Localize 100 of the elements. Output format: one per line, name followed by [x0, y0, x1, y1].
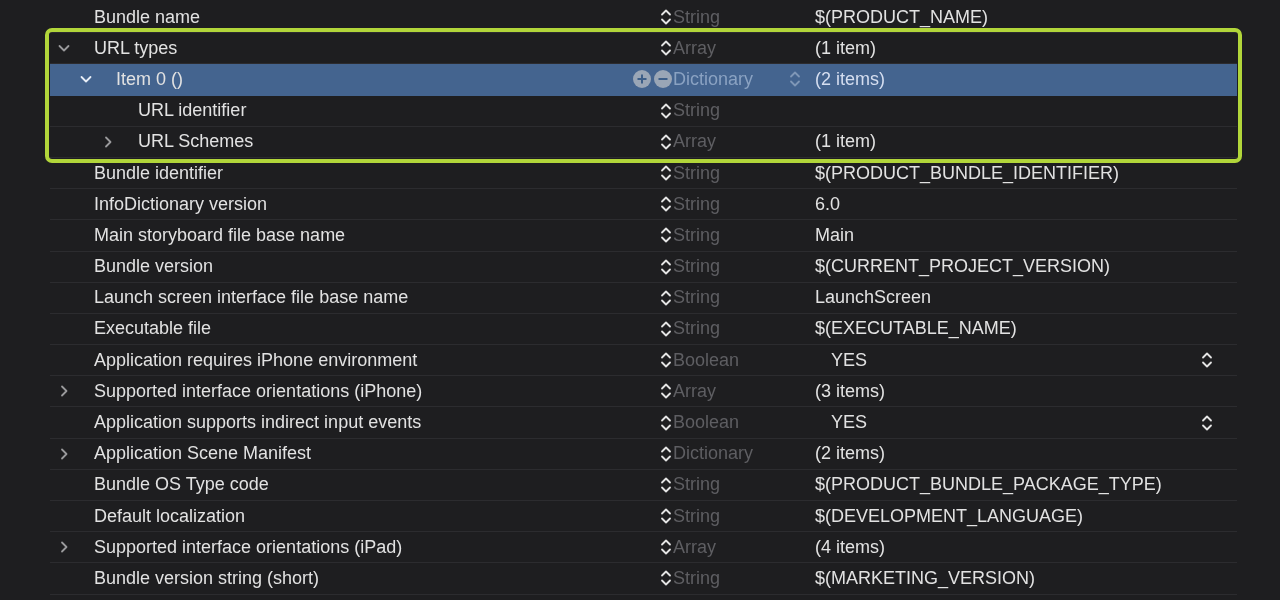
type-text: String — [673, 474, 722, 496]
type-text: String — [673, 256, 722, 278]
plist-row[interactable]: Application supports indirect input events Boolean YES — [50, 407, 1237, 439]
key-text: Item 0 () — [116, 68, 183, 90]
value-text: Main — [815, 224, 854, 246]
stepper-icon[interactable] — [660, 8, 672, 27]
plist-row[interactable]: Application Scene Manifest Dictionary (2 items) — [50, 438, 1237, 470]
value-text: $(MARKETING_VERSION) — [815, 567, 1036, 589]
key-text: URL identifier — [138, 100, 247, 122]
key-text: Main storyboard file base name — [94, 224, 346, 246]
value-text: $(DEVELOPMENT_LANGUAGE) — [815, 505, 1084, 527]
plist-row[interactable]: Bundle version String $(CURRENT_PROJECT_VERSION) — [50, 251, 1237, 283]
type-text: Dictionary — [673, 443, 755, 465]
type-text: Boolean — [673, 412, 741, 434]
type-text: String — [673, 162, 722, 184]
disclosure-chevron-icon[interactable] — [58, 541, 70, 554]
stepper-icon[interactable] — [660, 351, 672, 370]
type-text: Boolean — [673, 349, 741, 371]
value-text: $(PRODUCT_NAME) — [815, 6, 988, 28]
value-text: YES — [831, 412, 868, 434]
stepper-icon[interactable] — [660, 475, 672, 494]
type-text: Array — [673, 380, 717, 402]
plist-row[interactable]: Default localization String $(DEVELOPMENT_LANGUAGE) — [50, 501, 1237, 533]
stepper-icon[interactable] — [660, 164, 672, 183]
key-text: Default localization — [94, 505, 246, 527]
type-text: Dictionary — [673, 68, 755, 90]
plist-row[interactable]: Item 0 () Dictionary (2 items) — [50, 64, 1237, 96]
value-text: YES — [831, 349, 868, 371]
value-text: (3 items) — [815, 380, 885, 402]
stepper-icon[interactable] — [660, 319, 672, 338]
disclosure-chevron-icon[interactable] — [58, 447, 70, 460]
stepper-icon[interactable] — [660, 101, 672, 120]
plist-row[interactable]: Bundle OS Type code String $(PRODUCT_BUNDLE_PACKAGE_TYPE) — [50, 469, 1237, 501]
type-text: Array — [673, 536, 717, 558]
plist-row[interactable]: Bundle version string (short) String $(MARKETING_VERSION) — [50, 563, 1237, 595]
stepper-icon[interactable] — [660, 413, 672, 432]
key-text: Launch screen interface file base name — [94, 287, 409, 309]
key-text: Bundle identifier — [94, 162, 224, 184]
plist-row[interactable]: Bundle identifier String $(PRODUCT_BUNDLE_IDENTIFIER) — [50, 157, 1237, 190]
key-text: Supported interface orientations (iPhone) — [94, 380, 423, 402]
stepper-icon[interactable] — [660, 132, 672, 151]
key-text: URL types — [94, 37, 178, 59]
value-text: (4 items) — [815, 536, 885, 558]
disclosure-chevron-icon[interactable] — [58, 385, 70, 398]
plist-row[interactable]: Main storyboard file base name String Main — [50, 220, 1237, 252]
key-text: Application Scene Manifest — [94, 443, 312, 465]
stepper-icon[interactable] — [660, 288, 672, 307]
type-text: String — [673, 318, 722, 340]
remove-icon[interactable] — [654, 70, 672, 89]
value-text: $(CURRENT_PROJECT_VERSION) — [815, 256, 1111, 278]
value-text: LaunchScreen — [815, 287, 932, 309]
value-text: $(PRODUCT_BUNDLE_IDENTIFIER) — [815, 162, 1120, 184]
plist-row[interactable]: Application requires iPhone environment Boolean YES — [50, 345, 1237, 377]
value-text: (2 items) — [815, 68, 885, 90]
plist-row[interactable]: Launch screen interface file base name String LaunchScreen — [50, 282, 1237, 314]
key-text: Bundle version — [94, 256, 214, 278]
value-text: (1 item) — [815, 131, 876, 153]
key-text: Application supports indirect input events — [94, 412, 422, 434]
stepper-icon[interactable] — [660, 444, 672, 463]
key-text: URL Schemes — [138, 131, 254, 153]
type-text: String — [673, 100, 722, 122]
stepper-icon[interactable] — [660, 507, 672, 526]
stepper-icon[interactable] — [660, 382, 672, 401]
stepper-icon[interactable] — [660, 195, 672, 214]
type-text: String — [673, 287, 722, 309]
plist-row[interactable]: Supported interface orientations (iPad) Array (4 items) — [50, 532, 1237, 564]
stepper-icon[interactable] — [660, 257, 672, 276]
value-text: $(EXECUTABLE_NAME) — [815, 318, 1017, 340]
key-text: InfoDictionary version — [94, 193, 268, 215]
type-text: String — [673, 505, 722, 527]
value-text: 6.0 — [815, 193, 841, 215]
type-text: Array — [673, 131, 717, 153]
key-text: Supported interface orientations (iPad) — [94, 536, 403, 558]
plist-row[interactable]: URL identifier String — [50, 95, 1237, 127]
stepper-icon[interactable] — [660, 39, 672, 58]
plist-row[interactable]: Executable file String $(EXECUTABLE_NAME) — [50, 313, 1237, 346]
type-text: Array — [673, 37, 717, 59]
type-text: String — [673, 567, 722, 589]
value-text: (1 item) — [815, 37, 876, 59]
key-text: Bundle name — [94, 6, 201, 28]
popup-stepper-icon[interactable] — [1201, 413, 1213, 432]
key-text: Bundle version string (short) — [94, 567, 320, 589]
popup-stepper-icon[interactable] — [1201, 351, 1213, 370]
stepper-icon[interactable] — [660, 569, 672, 588]
plist-row[interactable]: Supported interface orientations (iPhone) Array (3 items) — [50, 376, 1237, 408]
plist-row[interactable]: URL Schemes Array (1 item) — [50, 126, 1237, 158]
type-text: String — [673, 6, 722, 28]
disclosure-chevron-icon[interactable] — [102, 135, 114, 148]
add-icon[interactable] — [633, 70, 651, 89]
plist-row[interactable]: Bundle name String $(PRODUCT_NAME) — [50, 2, 1237, 34]
value-text: $(PRODUCT_BUNDLE_PACKAGE_TYPE) — [815, 474, 1162, 496]
key-text: Bundle OS Type code — [94, 474, 269, 496]
plist-row[interactable]: InfoDictionary version String 6.0 — [50, 189, 1237, 221]
key-text: Executable file — [94, 318, 212, 340]
type-text: String — [673, 224, 722, 246]
type-text: String — [673, 193, 722, 215]
stepper-icon[interactable] — [660, 538, 672, 557]
value-text: (2 items) — [815, 443, 885, 465]
stepper-icon[interactable] — [660, 226, 672, 245]
key-text: Application requires iPhone environment — [94, 349, 418, 371]
